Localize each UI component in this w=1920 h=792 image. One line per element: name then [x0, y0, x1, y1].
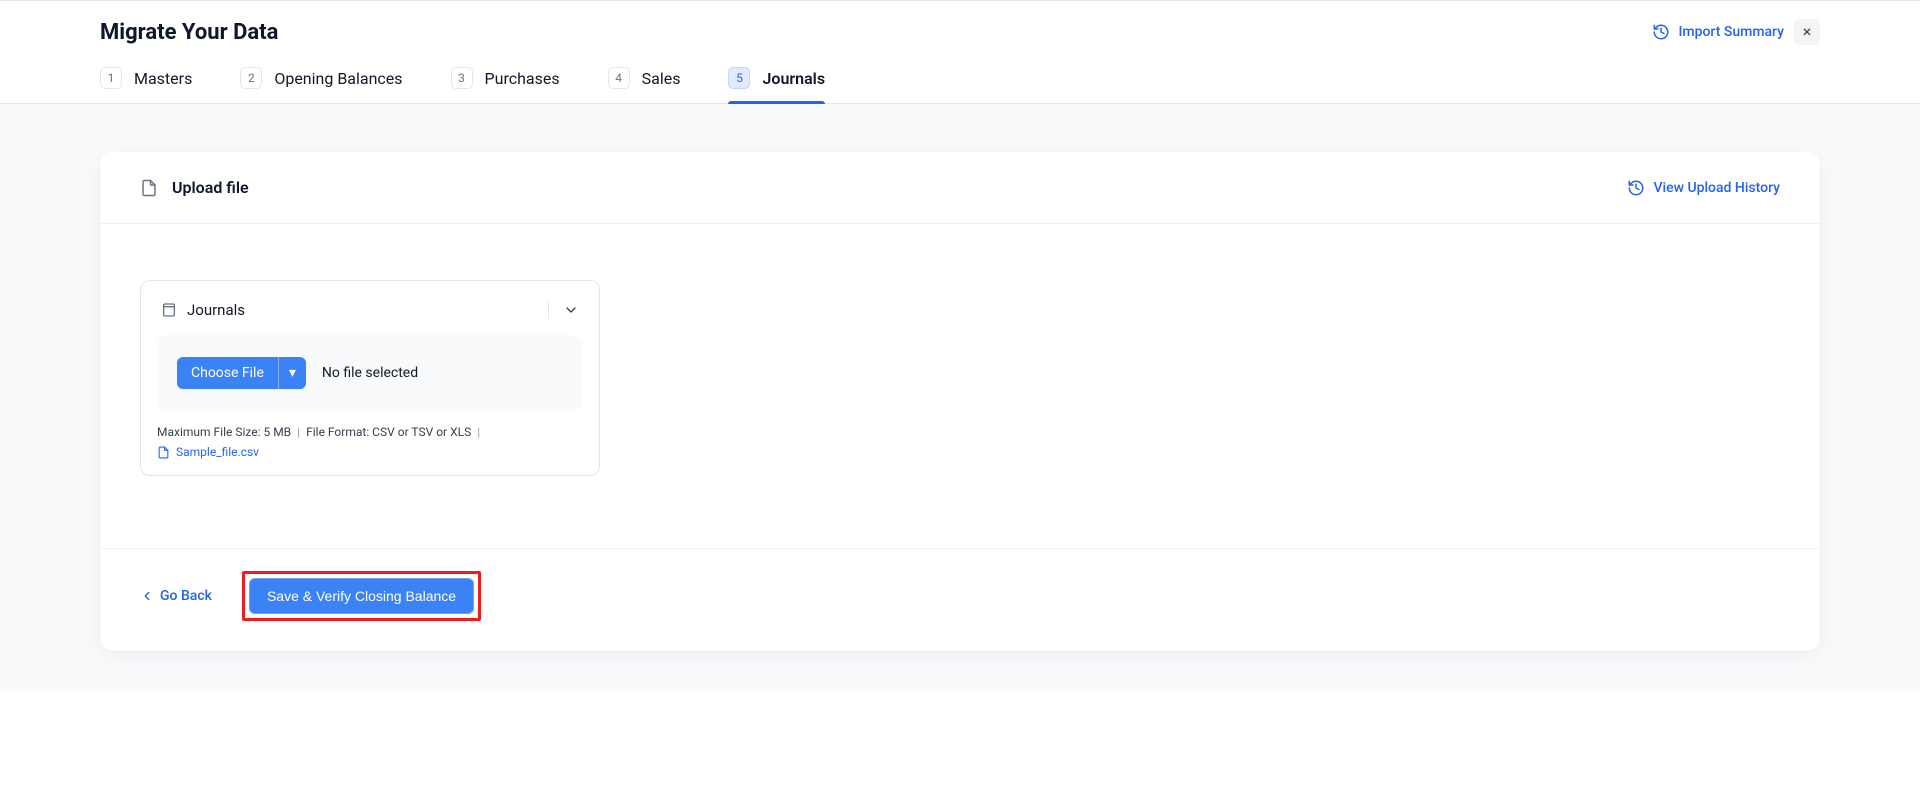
view-history-label: View Upload History: [1653, 180, 1780, 196]
upload-card: Upload file View Upload History: [100, 152, 1820, 651]
history-icon: [1627, 179, 1645, 197]
journals-panel: Journals Choo: [140, 280, 600, 476]
tab-label: Journals: [762, 69, 825, 88]
sample-file-link[interactable]: Sample_file.csv: [157, 445, 259, 459]
view-upload-history-link[interactable]: View Upload History: [1627, 179, 1780, 197]
choose-file-label: Choose File: [177, 357, 278, 389]
tab-purchases[interactable]: 3 Purchases: [451, 67, 560, 103]
caret-down-icon: ▾: [289, 365, 296, 381]
tab-label: Purchases: [485, 69, 560, 88]
file-icon: [157, 446, 170, 459]
tab-number: 5: [728, 67, 750, 89]
close-button[interactable]: ×: [1794, 19, 1820, 45]
choose-file-button[interactable]: Choose File ▾: [177, 357, 306, 389]
page-title: Migrate Your Data: [100, 20, 278, 45]
tab-masters[interactable]: 1 Masters: [100, 67, 192, 103]
import-summary-link[interactable]: Import Summary: [1652, 23, 1784, 41]
tab-number: 4: [608, 67, 630, 89]
card-title: Upload file: [172, 178, 249, 197]
file-dropzone: Choose File ▾ No file selected: [157, 335, 583, 411]
choose-file-caret[interactable]: ▾: [278, 357, 306, 389]
tab-label: Opening Balances: [274, 69, 402, 88]
file-hints: Maximum File Size: 5 MB | File Format: C…: [157, 425, 583, 459]
go-back-label: Go Back: [160, 588, 212, 604]
tab-number: 3: [451, 67, 473, 89]
sample-file-label: Sample_file.csv: [176, 445, 259, 459]
tab-sales[interactable]: 4 Sales: [608, 67, 681, 103]
divider: |: [297, 425, 300, 439]
divider: [548, 301, 549, 319]
chevron-left-icon: [140, 589, 154, 603]
tab-label: Sales: [642, 69, 681, 88]
close-icon: ×: [1803, 24, 1812, 40]
tutorial-highlight: Save & Verify Closing Balance: [242, 571, 481, 621]
tab-number: 2: [240, 67, 262, 89]
max-size-hint: Maximum File Size: 5 MB: [157, 425, 291, 439]
no-file-selected-text: No file selected: [322, 365, 418, 381]
import-summary-label: Import Summary: [1678, 24, 1784, 40]
chevron-down-icon: [563, 302, 579, 318]
file-format-hint: File Format: CSV or TSV or XLS: [306, 425, 471, 439]
save-verify-button[interactable]: Save & Verify Closing Balance: [249, 578, 474, 614]
divider: |: [477, 425, 480, 439]
step-tabs: 1 Masters 2 Opening Balances 3 Purchases…: [100, 67, 1820, 103]
tab-journals[interactable]: 5 Journals: [728, 67, 825, 103]
book-icon: [161, 302, 177, 318]
panel-title: Journals: [187, 301, 245, 319]
history-icon: [1652, 23, 1670, 41]
go-back-link[interactable]: Go Back: [140, 588, 212, 604]
expand-panel-toggle[interactable]: [563, 302, 579, 318]
file-icon: [140, 179, 158, 197]
tab-opening-balances[interactable]: 2 Opening Balances: [240, 67, 402, 103]
tab-number: 1: [100, 67, 122, 89]
tab-label: Masters: [134, 69, 192, 88]
